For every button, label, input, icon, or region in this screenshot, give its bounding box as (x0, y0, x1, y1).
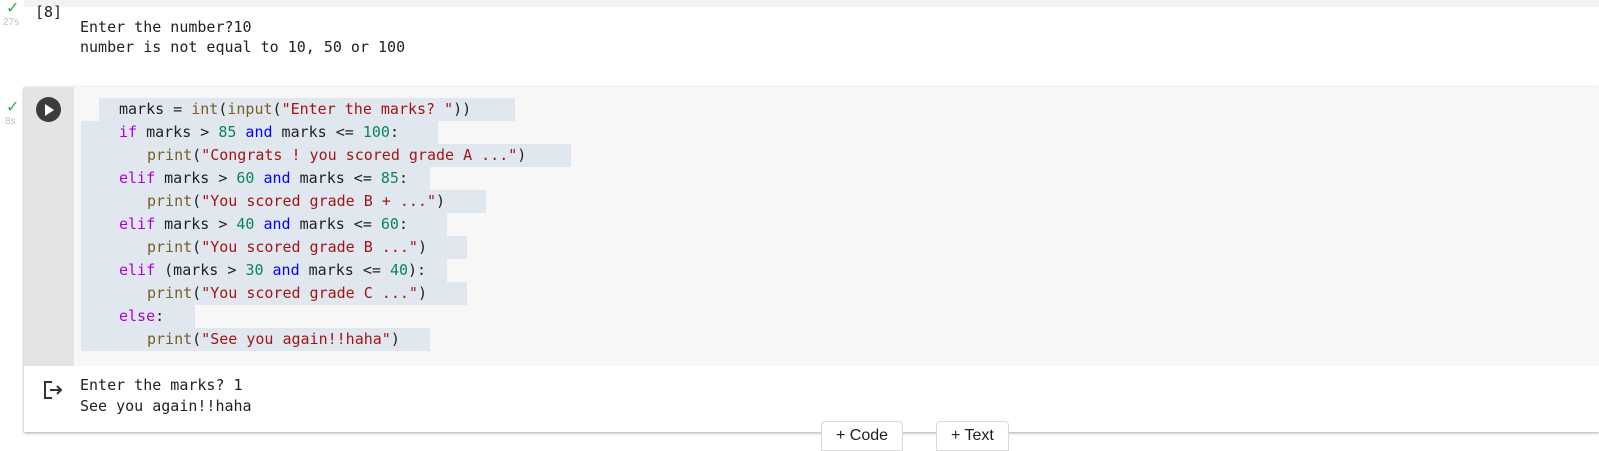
execution-count: [8] (35, 3, 63, 21)
code-line: print("You scored grade B ...") (147, 238, 427, 256)
code-line: elif marks > 60 and marks <= 85: (119, 169, 408, 187)
code-line: else: (119, 307, 165, 325)
success-check-icon: ✓ (6, 99, 20, 116)
output-line: number is not equal to 10, 50 or 100 (80, 38, 406, 56)
code-line: print("You scored grade B + ...") (147, 192, 446, 210)
add-code-cell-button[interactable]: + Code (821, 421, 904, 451)
cell-gutter (24, 87, 74, 366)
output-line: Enter the number?10 (80, 18, 252, 36)
code-line: elif marks > 40 and marks <= 60: (119, 215, 408, 233)
code-line: print("See you again!!haha") (147, 330, 400, 348)
code-line: marks = int(input("Enter the marks? ")) (119, 100, 472, 118)
run-cell-button[interactable] (36, 97, 61, 122)
output-actions-icon[interactable] (42, 379, 64, 401)
output-line: See you again!!haha (80, 397, 252, 415)
code-line: elif (marks > 30 and marks <= 40): (119, 261, 427, 279)
execution-time: 27s (3, 17, 20, 28)
code-line: print("You scored grade C ...") (147, 284, 427, 302)
code-editor[interactable]: marks = int(input("Enter the marks? ")) … (74, 87, 1599, 366)
add-text-cell-button[interactable]: + Text (936, 421, 1009, 451)
previous-cell: ✓ 27s [8] Enter the number?10 number is … (0, 0, 1599, 80)
code-line: if marks > 85 and marks <= 100: (119, 123, 399, 141)
code-line: print("Congrats ! you scored grade A ...… (147, 146, 527, 164)
code-cell[interactable]: marks = int(input("Enter the marks? ")) … (24, 87, 1599, 432)
execution-time: 8s (5, 116, 16, 127)
output-line: Enter the marks? 1 (80, 376, 243, 394)
success-check-icon: ✓ (6, 0, 20, 17)
